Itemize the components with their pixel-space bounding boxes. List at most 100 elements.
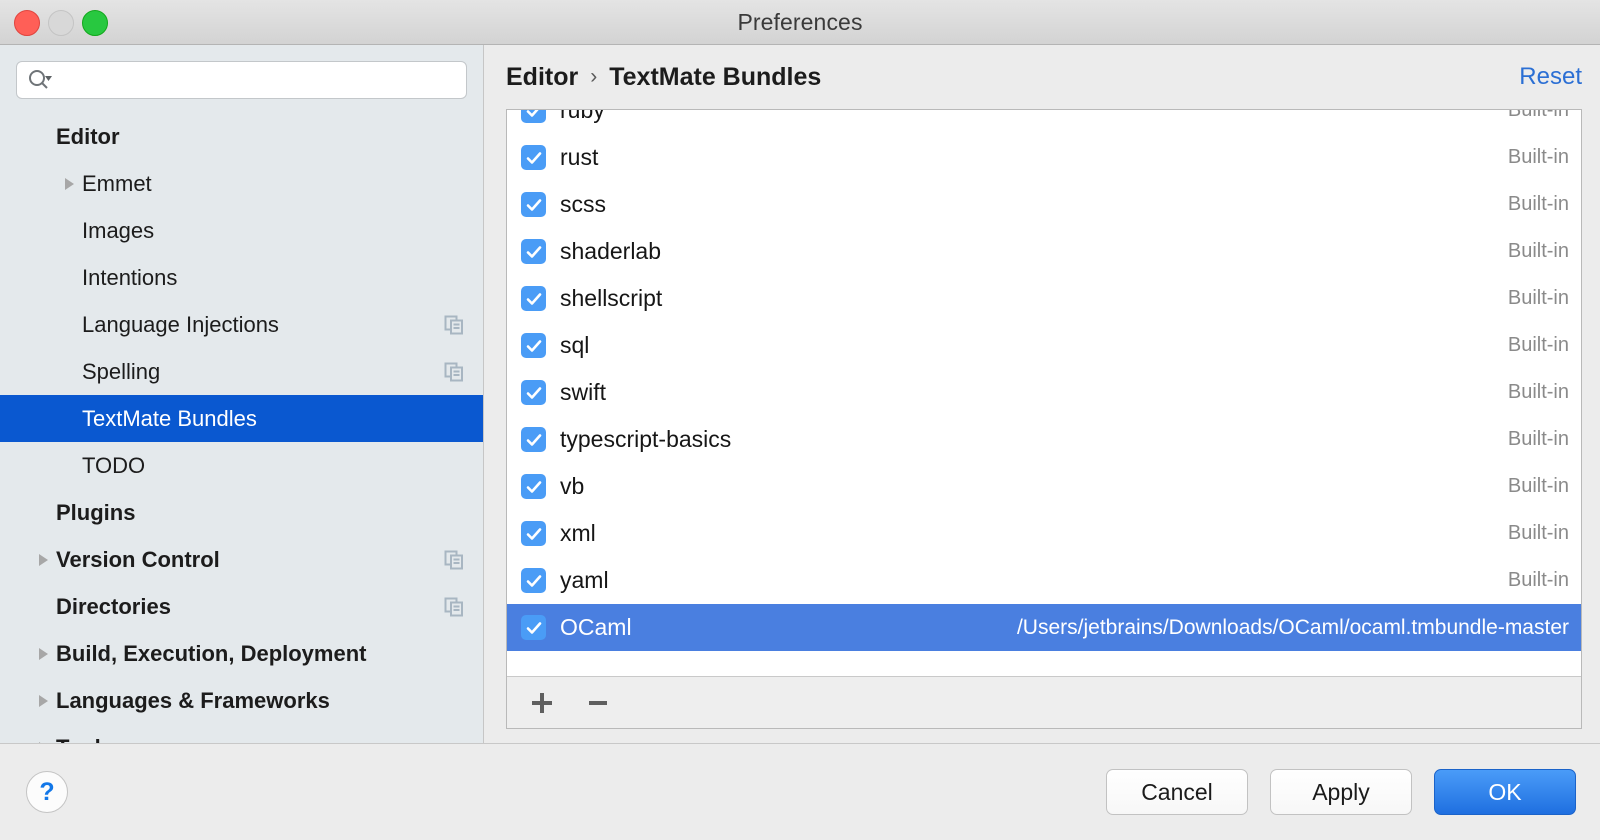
bundle-row[interactable]: shellscript Built-in	[507, 275, 1581, 322]
traffic-lights	[14, 0, 108, 45]
copy-icon[interactable]	[443, 314, 465, 336]
bundle-checkbox[interactable]	[521, 286, 546, 311]
expand-triangle-icon[interactable]	[30, 646, 56, 662]
bundle-row[interactable]: swift Built-in	[507, 369, 1581, 416]
settings-sidebar: Editor Emmet Images Intentions Language Inje…	[0, 45, 484, 743]
remove-bundle-button[interactable]	[581, 686, 615, 720]
bundle-row[interactable]: vb Built-in	[507, 463, 1581, 510]
copy-icon[interactable]	[443, 549, 465, 571]
bundle-row[interactable]: typescript-basics Built-in	[507, 416, 1581, 463]
breadcrumb-current: TextMate Bundles	[609, 62, 822, 91]
sidebar-item-images[interactable]: Images	[0, 207, 483, 254]
sidebar-item-label: TODO	[82, 452, 146, 478]
minimize-button[interactable]	[48, 9, 74, 36]
window-body: Editor Emmet Images Intentions Language Inje…	[0, 45, 1600, 743]
bundle-name: ruby	[560, 110, 605, 123]
zoom-button[interactable]	[82, 9, 108, 36]
bundle-name: shaderlab	[560, 238, 662, 264]
search-box[interactable]	[16, 61, 467, 99]
sidebar-item-languages-frameworks[interactable]: Languages & Frameworks	[0, 677, 483, 724]
sidebar-item-tools[interactable]: Tools	[0, 724, 483, 743]
sidebar-item-plugins[interactable]: Plugins	[0, 489, 483, 536]
bundle-source: Built-in	[1507, 381, 1569, 403]
bundle-checkbox[interactable]	[521, 568, 546, 593]
sidebar-item-label: Images	[82, 217, 155, 243]
cancel-button[interactable]: Cancel	[1106, 769, 1248, 815]
bundle-checkbox[interactable]	[521, 239, 546, 264]
window-title: Preferences	[737, 8, 863, 35]
bundle-name: yaml	[560, 567, 609, 593]
help-button[interactable]: ?	[26, 771, 68, 813]
bundle-checkbox[interactable]	[521, 145, 546, 170]
bundle-source: Built-in	[1507, 522, 1569, 544]
footer-actions: Cancel Apply OK	[1106, 769, 1576, 815]
bundle-checkbox[interactable]	[521, 615, 546, 640]
sidebar-item-intentions[interactable]: Intentions	[0, 254, 483, 301]
bundle-row[interactable]: OCaml/Users/jetbrains/Downloads/OCaml/oc…	[507, 604, 1581, 651]
sidebar-item-label: TextMate Bundles	[82, 405, 257, 431]
bundles-toolbar	[507, 676, 1581, 728]
sidebar-item-label: Tools	[56, 735, 113, 744]
bundle-source: Built-in	[1507, 240, 1569, 262]
sidebar-item-language-injections[interactable]: Language Injections	[0, 301, 483, 348]
apply-button[interactable]: Apply	[1270, 769, 1412, 815]
sidebar-item-label: Editor	[56, 123, 120, 149]
bundle-source: Built-in	[1507, 193, 1569, 215]
bundle-checkbox[interactable]	[521, 474, 546, 499]
bundle-checkbox[interactable]	[521, 110, 546, 123]
expand-triangle-icon[interactable]	[30, 552, 56, 568]
bundle-row[interactable]: scss Built-in	[507, 181, 1581, 228]
bundle-name: rust	[560, 144, 599, 170]
bundle-source: /Users/jetbrains/Downloads/OCaml/ocaml.t…	[1016, 615, 1569, 639]
copy-icon[interactable]	[443, 596, 465, 618]
bundle-source: Built-in	[1507, 110, 1569, 121]
expand-triangle-icon[interactable]	[56, 176, 82, 192]
sidebar-item-todo[interactable]: TODO	[0, 442, 483, 489]
bundle-row[interactable]: sql Built-in	[507, 322, 1581, 369]
sidebar-item-label: Emmet	[82, 170, 152, 196]
search-input[interactable]	[57, 62, 456, 98]
bundle-checkbox[interactable]	[521, 521, 546, 546]
sidebar-item-label: Directories	[56, 593, 171, 619]
bundle-source: Built-in	[1507, 287, 1569, 309]
bundle-checkbox[interactable]	[521, 427, 546, 452]
bundle-name: xml	[560, 520, 596, 546]
bundle-checkbox[interactable]	[521, 333, 546, 358]
sidebar-item-spelling[interactable]: Spelling	[0, 348, 483, 395]
bundle-row[interactable]: shaderlab Built-in	[507, 228, 1581, 275]
bundle-source: Built-in	[1507, 428, 1569, 450]
expand-triangle-icon[interactable]	[30, 740, 56, 743]
bundle-row[interactable]: rust Built-in	[507, 134, 1581, 181]
sidebar-item-textmate-bundles[interactable]: TextMate Bundles	[0, 395, 483, 442]
bundle-name: vb	[560, 473, 585, 499]
ok-button[interactable]: OK	[1434, 769, 1576, 815]
breadcrumb-parent[interactable]: Editor	[506, 63, 578, 92]
dialog-footer: ? Cancel Apply OK	[0, 743, 1600, 840]
breadcrumb-separator-icon: ›	[590, 65, 598, 88]
close-button[interactable]	[14, 9, 40, 36]
add-bundle-button[interactable]	[525, 686, 559, 720]
bundle-source: Built-in	[1507, 475, 1569, 497]
content-bottom-spacer	[484, 729, 1600, 743]
sidebar-item-directories[interactable]: Directories	[0, 583, 483, 630]
sidebar-item-label: Build, Execution, Deployment	[56, 640, 367, 666]
sidebar-item-emmet[interactable]: Emmet	[0, 160, 483, 207]
reset-link[interactable]: Reset	[1519, 63, 1582, 91]
bundle-checkbox[interactable]	[521, 380, 546, 405]
sidebar-item-version-control[interactable]: Version Control	[0, 536, 483, 583]
bundle-checkbox[interactable]	[521, 192, 546, 217]
bundles-panel: ruby Built-in rust Built-in scss Built-in shad…	[506, 109, 1582, 729]
bundles-scroll-area[interactable]: ruby Built-in rust Built-in scss Built-in shad…	[507, 110, 1581, 676]
bundle-row[interactable]: ruby Built-in	[507, 110, 1581, 134]
bundle-name: shellscript	[560, 285, 663, 311]
sidebar-item-editor[interactable]: Editor	[0, 113, 483, 160]
bundle-row[interactable]: xml Built-in	[507, 510, 1581, 557]
expand-triangle-icon[interactable]	[30, 693, 56, 709]
window-titlebar: Preferences	[0, 0, 1600, 45]
bundle-source: Built-in	[1507, 334, 1569, 356]
bundle-name: sql	[560, 332, 590, 358]
sidebar-item-build-execution-deployment[interactable]: Build, Execution, Deployment	[0, 630, 483, 677]
copy-icon[interactable]	[443, 361, 465, 383]
bundle-row[interactable]: yaml Built-in	[507, 557, 1581, 604]
settings-content: Editor › TextMate Bundles Reset ruby Buil…	[484, 45, 1600, 743]
